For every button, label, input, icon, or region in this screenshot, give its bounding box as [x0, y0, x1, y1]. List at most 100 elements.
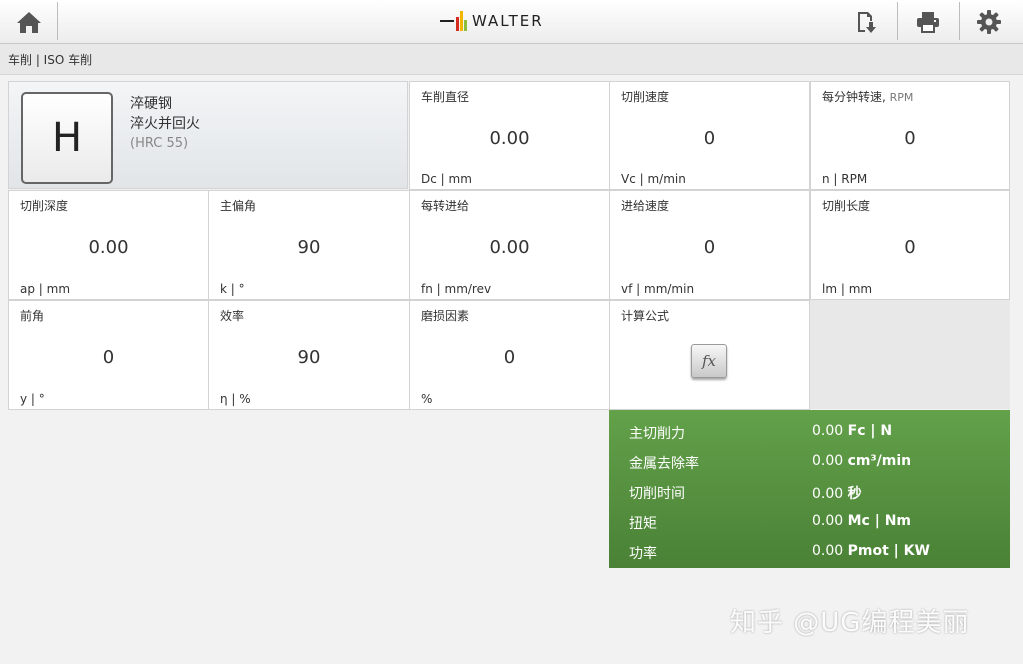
- result-label: 切削时间: [629, 486, 685, 502]
- material-selector[interactable]: H 淬硬钢 淬火并回火 (HRC 55): [8, 81, 408, 189]
- export-icon: [858, 11, 876, 33]
- settings-button[interactable]: [960, 0, 1018, 43]
- field-label: 切削深度: [20, 199, 69, 213]
- breadcrumb[interactable]: 车削 | ISO 车削: [8, 51, 92, 68]
- field-label: 每转进给: [421, 199, 470, 213]
- field-unit: vf | mm/min: [621, 282, 695, 296]
- logo-dash: [440, 20, 454, 22]
- result-number: 0.00: [812, 453, 844, 469]
- result-unit: Mc | Nm: [847, 513, 912, 529]
- field-cutting-diameter[interactable]: 车削直径 0.00 Dc | mm: [409, 81, 610, 190]
- field-label: 磨损因素: [421, 309, 470, 323]
- field-unit: η | %: [220, 392, 251, 406]
- field-feed-speed[interactable]: 进给速度 0 vf | mm/min: [609, 190, 810, 300]
- result-row: 扭矩 0.00 Mc | Nm: [609, 507, 1010, 537]
- field-label: 进给速度: [621, 199, 670, 213]
- walter-logo: WALTER: [440, 8, 564, 34]
- function-icon: fx: [701, 352, 716, 370]
- result-value: 0.00 cm³/min: [812, 453, 911, 469]
- field-approach-angle[interactable]: 主偏角 90 k | °: [208, 190, 410, 300]
- field-formula: 计算公式 fx: [609, 300, 810, 410]
- result-row: 切削时间 0.00 秒: [609, 477, 1010, 507]
- result-value: 0.00 Fc | N: [812, 423, 892, 439]
- print-button[interactable]: [899, 0, 957, 43]
- material-condition: 淬火并回火: [130, 116, 200, 132]
- brand-name: WALTER: [472, 12, 544, 30]
- result-value: 0.00 秒: [812, 483, 862, 503]
- field-wear-factor[interactable]: 磨损因素 0 %: [409, 300, 610, 410]
- field-value: 0: [703, 237, 716, 258]
- result-label: 扭矩: [629, 516, 657, 532]
- field-label: 车削直径: [421, 90, 470, 104]
- field-feed-per-rev[interactable]: 每转进给 0.00 fn | mm/rev: [409, 190, 610, 300]
- field-label-sub: RPM: [889, 91, 914, 104]
- gear-icon: [977, 9, 1001, 34]
- field-value: 0.00: [489, 237, 530, 258]
- result-row: 主切削力 0.00 Fc | N: [609, 417, 1010, 447]
- field-label: 计算公式: [621, 309, 670, 323]
- field-unit: y | °: [20, 392, 45, 406]
- result-number: 0.00: [812, 513, 844, 529]
- result-label: 功率: [629, 546, 657, 562]
- field-label: 切削长度: [822, 199, 871, 213]
- field-spindle-speed[interactable]: 每分钟转速, RPM 0 n | RPM: [810, 81, 1010, 190]
- field-label-main: 每分钟转速: [822, 90, 883, 104]
- field-value: 90: [297, 237, 321, 258]
- result-unit: cm³/min: [847, 453, 912, 469]
- breadcrumb-bar: 车削 | ISO 车削: [0, 44, 1023, 75]
- field-label: 切削速度: [621, 90, 670, 104]
- material-hardness: (HRC 55): [130, 136, 189, 151]
- field-value: 0: [904, 237, 916, 258]
- result-label: 金属去除率: [629, 456, 699, 472]
- result-number: 0.00: [812, 543, 844, 559]
- home-button[interactable]: [0, 0, 58, 43]
- field-unit: lm | mm: [822, 282, 873, 296]
- field-value: 0.00: [88, 237, 129, 258]
- toolbar-divider: [57, 2, 58, 40]
- result-row: 金属去除率 0.00 cm³/min: [609, 447, 1010, 477]
- field-unit: Dc | mm: [421, 172, 472, 186]
- material-name: 淬硬钢: [130, 96, 172, 112]
- field-label: 前角: [20, 309, 45, 323]
- field-unit: k | °: [220, 282, 245, 296]
- result-unit: Fc | N: [847, 423, 893, 439]
- field-unit: n | RPM: [822, 172, 868, 186]
- home-icon: [17, 11, 41, 33]
- field-cutting-length[interactable]: 切削长度 0 lm | mm: [810, 190, 1010, 300]
- material-description: 淬硬钢 淬火并回火 (HRC 55): [130, 94, 200, 154]
- field-label: 效率: [220, 309, 245, 323]
- material-group-badge: H: [21, 92, 113, 184]
- field-value: 0: [904, 128, 916, 149]
- field-unit: fn | mm/rev: [421, 282, 492, 296]
- logo-color-bars: [456, 11, 468, 31]
- result-label: 主切削力: [629, 426, 685, 442]
- field-value: 0: [503, 347, 516, 368]
- toolbar-divider: [897, 2, 898, 40]
- result-number: 0.00: [812, 486, 844, 502]
- formula-button[interactable]: fx: [691, 344, 727, 378]
- result-value: 0.00 Pmot | KW: [812, 543, 930, 559]
- watermark: 知乎 @UG编程美丽: [730, 608, 970, 638]
- empty-cell: [810, 300, 1010, 409]
- field-cutting-speed[interactable]: 切削速度 0 Vc | m/min: [609, 81, 810, 190]
- field-efficiency[interactable]: 效率 90 η | %: [208, 300, 410, 410]
- result-value: 0.00 Mc | Nm: [812, 513, 911, 529]
- export-button[interactable]: [837, 0, 895, 43]
- print-icon: [917, 11, 939, 33]
- field-value: 0: [102, 347, 115, 368]
- field-unit: %: [421, 392, 433, 406]
- field-value: 0.00: [489, 128, 530, 149]
- field-value: 0: [703, 128, 716, 149]
- result-row: 功率 0.00 Pmot | KW: [609, 537, 1010, 567]
- field-unit: Vc | m/min: [621, 172, 686, 186]
- field-label: 每分钟转速, RPM: [822, 90, 914, 104]
- field-depth-of-cut[interactable]: 切削深度 0.00 ap | mm: [8, 190, 209, 300]
- field-label: 主偏角: [220, 199, 257, 213]
- field-value: 90: [297, 347, 321, 368]
- field-rake-angle[interactable]: 前角 0 y | °: [8, 300, 209, 410]
- result-unit: Pmot | KW: [847, 543, 930, 559]
- result-number: 0.00: [812, 423, 844, 439]
- top-toolbar: WALTER: [0, 0, 1023, 44]
- results-panel: 主切削力 0.00 Fc | N 金属去除率 0.00 cm³/min 切削时间…: [609, 410, 1010, 568]
- field-unit: ap | mm: [20, 282, 71, 296]
